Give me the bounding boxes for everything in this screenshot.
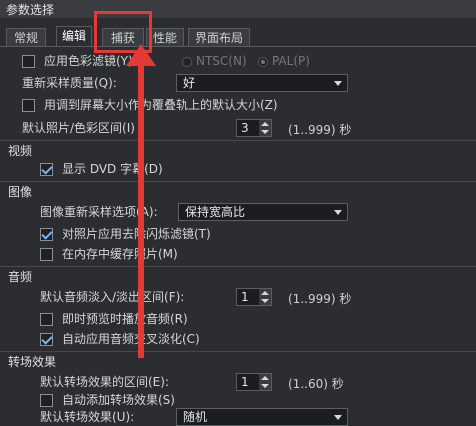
show-dvd-subtitles-label: 显示 DVD 字幕(D) bbox=[62, 162, 163, 176]
preview-audio-label: 即时预览时播放音频(R) bbox=[62, 312, 188, 326]
default-photo-duration-spinner[interactable]: 3 bbox=[236, 119, 272, 137]
color-filter-label: 应用色彩滤镜(Y): bbox=[44, 54, 137, 68]
pal-radio[interactable] bbox=[258, 57, 268, 67]
tab-general[interactable]: 常规 bbox=[6, 28, 46, 46]
default-transition-select[interactable]: 随机 bbox=[176, 408, 348, 426]
tab-divider bbox=[0, 46, 476, 47]
audio-section-title: 音频 bbox=[8, 270, 33, 284]
audio-crossfade-checkbox[interactable] bbox=[40, 333, 53, 346]
ntsc-label: NTSC(N) bbox=[196, 54, 247, 68]
audio-fade-range: (1..999) 秒 bbox=[288, 292, 352, 306]
section-divider bbox=[0, 140, 476, 141]
ntsc-radio[interactable] bbox=[182, 57, 192, 67]
default-transition-label: 默认转场效果(U): bbox=[40, 410, 135, 424]
resample-quality-label: 重新采样质量(Q): bbox=[22, 76, 117, 90]
tab-interface-layout[interactable]: 界面布局 bbox=[188, 28, 250, 46]
resample-quality-value: 好 bbox=[183, 76, 196, 90]
spin-down-icon[interactable] bbox=[259, 382, 271, 390]
chevron-down-icon bbox=[334, 210, 342, 215]
preview-audio-checkbox[interactable] bbox=[40, 313, 53, 326]
default-photo-duration-range: (1..999) 秒 bbox=[288, 123, 352, 137]
window-title: 参数选择 bbox=[6, 3, 55, 17]
deflicker-label: 对照片应用去除闪烁滤镜(T) bbox=[62, 227, 211, 241]
audio-fade-label: 默认音频淡入/淡出区间(F): bbox=[40, 290, 185, 304]
spin-down-icon[interactable] bbox=[259, 297, 271, 305]
transition-duration-value: 1 bbox=[241, 375, 249, 389]
auto-add-transition-checkbox[interactable] bbox=[40, 394, 53, 407]
pal-label: PAL(P) bbox=[272, 54, 310, 68]
section-divider bbox=[0, 351, 476, 352]
transition-duration-range: (1..60) 秒 bbox=[288, 377, 344, 391]
resample-quality-select[interactable]: 好 bbox=[176, 74, 348, 92]
image-section-title: 图像 bbox=[8, 185, 33, 199]
chevron-down-icon bbox=[334, 81, 342, 86]
tab-bar: 常规 编辑 捕获 性能 界面布局 bbox=[0, 24, 476, 46]
spin-up-icon[interactable] bbox=[259, 374, 271, 382]
video-section-title: 视频 bbox=[8, 144, 33, 158]
annotation-arrow-shaft bbox=[138, 58, 144, 358]
tab-edit[interactable]: 编辑 bbox=[56, 26, 92, 46]
default-photo-duration-label: 默认照片/色彩区间(I) bbox=[22, 121, 135, 135]
color-filter-checkbox[interactable] bbox=[22, 55, 35, 68]
section-divider bbox=[0, 181, 476, 182]
deflicker-checkbox[interactable] bbox=[40, 228, 53, 241]
section-divider bbox=[0, 266, 476, 267]
auto-add-transition-label: 自动添加转场效果(S) bbox=[62, 393, 175, 407]
image-resample-option-select[interactable]: 保持宽高比 bbox=[178, 203, 348, 221]
default-photo-duration-value: 3 bbox=[241, 121, 249, 135]
audio-fade-value: 1 bbox=[241, 290, 249, 304]
fit-overlay-label: 用调到屏幕大小作为覆叠轨上的默认大小(Z) bbox=[44, 98, 278, 112]
title-bar: 参数选择 bbox=[0, 0, 476, 18]
audio-fade-spinner[interactable]: 1 bbox=[236, 288, 272, 306]
spin-down-icon[interactable] bbox=[259, 128, 271, 136]
transition-duration-spinner[interactable]: 1 bbox=[236, 373, 272, 391]
transition-duration-label: 默认转场效果的区间(E): bbox=[40, 375, 169, 389]
spin-up-icon[interactable] bbox=[259, 289, 271, 297]
show-dvd-subtitles-checkbox[interactable] bbox=[40, 163, 53, 176]
audio-crossfade-label: 自动应用音频交叉淡化(C) bbox=[62, 332, 200, 346]
cache-photos-label: 在内存中缓存照片(M) bbox=[62, 247, 178, 261]
image-resample-option-value: 保持宽高比 bbox=[185, 205, 246, 219]
spin-up-icon[interactable] bbox=[259, 120, 271, 128]
chevron-down-icon bbox=[334, 415, 342, 420]
fit-overlay-checkbox[interactable] bbox=[22, 99, 35, 112]
cache-photos-checkbox[interactable] bbox=[40, 248, 53, 261]
transition-section-title: 转场效果 bbox=[8, 355, 57, 369]
default-transition-value: 随机 bbox=[183, 410, 208, 424]
